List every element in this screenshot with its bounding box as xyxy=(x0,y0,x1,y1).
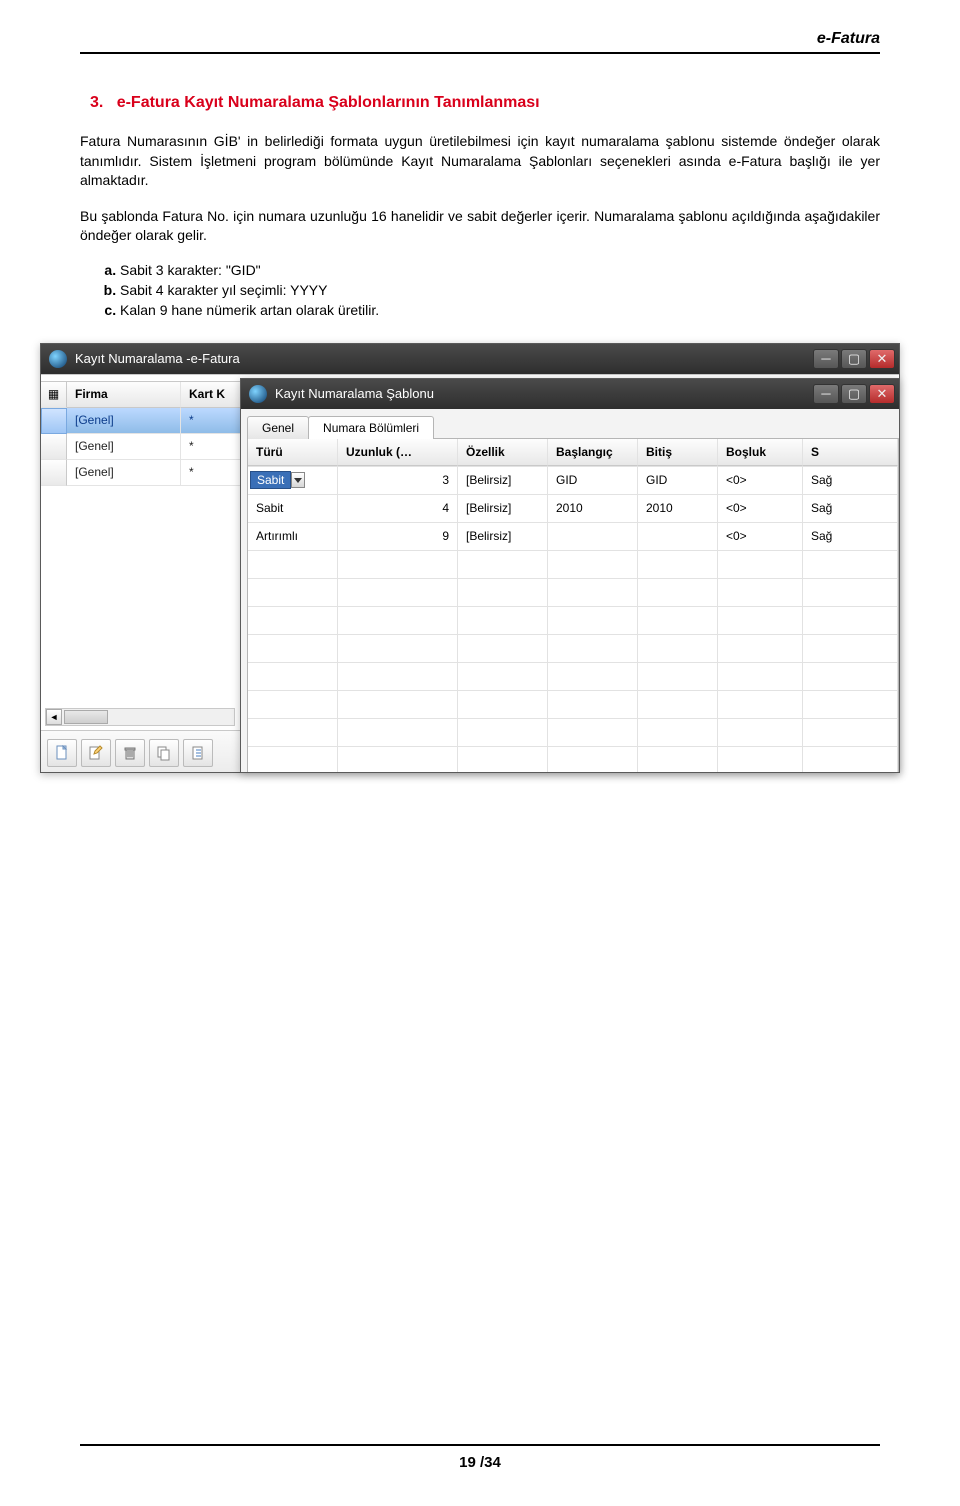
scroll-thumb[interactable] xyxy=(64,710,108,724)
horizontal-scrollbar[interactable]: ◄ xyxy=(45,708,235,726)
tab-panel: Türü Uzunluk (… Özellik Başlangıç Bitiş … xyxy=(247,438,899,773)
section-title: e-Fatura Kayıt Numaralama Şablonlarının … xyxy=(117,94,540,111)
app-icon xyxy=(49,350,67,368)
window-title-outer: Kayıt Numaralama -e-Fatura xyxy=(75,351,813,366)
inner-row[interactable]: Artırımlı 9 [Belirsiz] <0> Sağ xyxy=(248,523,898,551)
tab-numara-bolumleri[interactable]: Numara Bölümleri xyxy=(308,416,434,439)
copy-button[interactable] xyxy=(149,739,179,767)
minimize-button[interactable]: ─ xyxy=(813,384,839,404)
doc-footer: 19 /34 xyxy=(80,1444,880,1471)
page-number: 19 /34 xyxy=(459,1454,501,1471)
col-bitis[interactable]: Bitiş xyxy=(638,439,718,466)
maximize-button[interactable]: ▢ xyxy=(841,349,867,369)
minimize-button[interactable]: ─ xyxy=(813,349,839,369)
inner-row-empty[interactable] xyxy=(248,663,898,691)
inner-row[interactable]: Sabit 3 [Belirsiz] GID GID <0> xyxy=(248,467,898,495)
scroll-left-button[interactable]: ◄ xyxy=(46,709,62,725)
paragraph-1: Fatura Numarasının GİB' in belirlediği f… xyxy=(80,132,880,191)
turu-combo-selected[interactable]: Sabit xyxy=(250,471,291,489)
inner-row-empty[interactable] xyxy=(248,691,898,719)
col-ozellik[interactable]: Özellik xyxy=(458,439,548,466)
app-icon xyxy=(249,385,267,403)
close-button[interactable]: ✕ xyxy=(869,384,895,404)
row-header[interactable] xyxy=(41,460,67,486)
doc-title: e-Fatura xyxy=(817,30,880,47)
row-header[interactable] xyxy=(41,408,67,434)
inner-row[interactable]: Sabit 4 [Belirsiz] 2010 2010 <0> Sağ xyxy=(248,495,898,523)
inner-row-empty[interactable] xyxy=(248,607,898,635)
inner-row-empty[interactable] xyxy=(248,719,898,747)
close-button[interactable]: ✕ xyxy=(869,349,895,369)
inner-row-empty[interactable] xyxy=(248,635,898,663)
sub-list: Sabit 3 karakter: "GID" Sabit 4 karakter… xyxy=(120,262,880,318)
col-turu[interactable]: Türü xyxy=(248,439,338,466)
row-header-corner[interactable]: ▦ xyxy=(41,382,67,408)
paragraph-2: Bu şablonda Fatura No. için numara uzunl… xyxy=(80,207,880,246)
col-uzunluk[interactable]: Uzunluk (… xyxy=(338,439,458,466)
maximize-button[interactable]: ▢ xyxy=(841,384,867,404)
col-baslangic[interactable]: Başlangıç xyxy=(548,439,638,466)
list-item-c: Kalan 9 hane nümerik artan olarak üretil… xyxy=(120,302,880,318)
edit-button[interactable] xyxy=(81,739,111,767)
chevron-down-icon[interactable] xyxy=(291,472,305,488)
inner-grid[interactable]: Türü Uzunluk (… Özellik Başlangıç Bitiş … xyxy=(248,439,898,773)
window-title-inner: Kayıt Numaralama Şablonu xyxy=(275,386,813,401)
section-heading: 3. e-Fatura Kayıt Numaralama Şablonların… xyxy=(90,94,880,112)
titlebar-inner[interactable]: Kayıt Numaralama Şablonu ─ ▢ ✕ xyxy=(241,379,899,409)
col-s[interactable]: S xyxy=(803,439,898,466)
col-bosluk[interactable]: Boşluk xyxy=(718,439,803,466)
inner-row-empty[interactable] xyxy=(248,551,898,579)
app-screenshot: Kayıt Numaralama -e-Fatura ─ ▢ ✕ ▦ Firma… xyxy=(40,343,920,793)
titlebar-outer[interactable]: Kayıt Numaralama -e-Fatura ─ ▢ ✕ xyxy=(41,344,899,374)
tab-genel[interactable]: Genel xyxy=(247,416,309,439)
delete-button[interactable] xyxy=(115,739,145,767)
new-button[interactable] xyxy=(47,739,77,767)
refresh-button[interactable] xyxy=(183,739,213,767)
window-inner: Kayıt Numaralama Şablonu ─ ▢ ✕ Genel Num… xyxy=(240,378,900,773)
inner-row-empty[interactable] xyxy=(248,747,898,773)
doc-header: e-Fatura xyxy=(80,30,880,54)
row-header[interactable] xyxy=(41,434,67,460)
col-firma[interactable]: Firma xyxy=(67,382,181,408)
list-item-a: Sabit 3 karakter: "GID" xyxy=(120,262,880,278)
inner-row-empty[interactable] xyxy=(248,579,898,607)
list-item-b: Sabit 4 karakter yıl seçimli: YYYY xyxy=(120,282,880,298)
section-number: 3. xyxy=(90,94,103,111)
